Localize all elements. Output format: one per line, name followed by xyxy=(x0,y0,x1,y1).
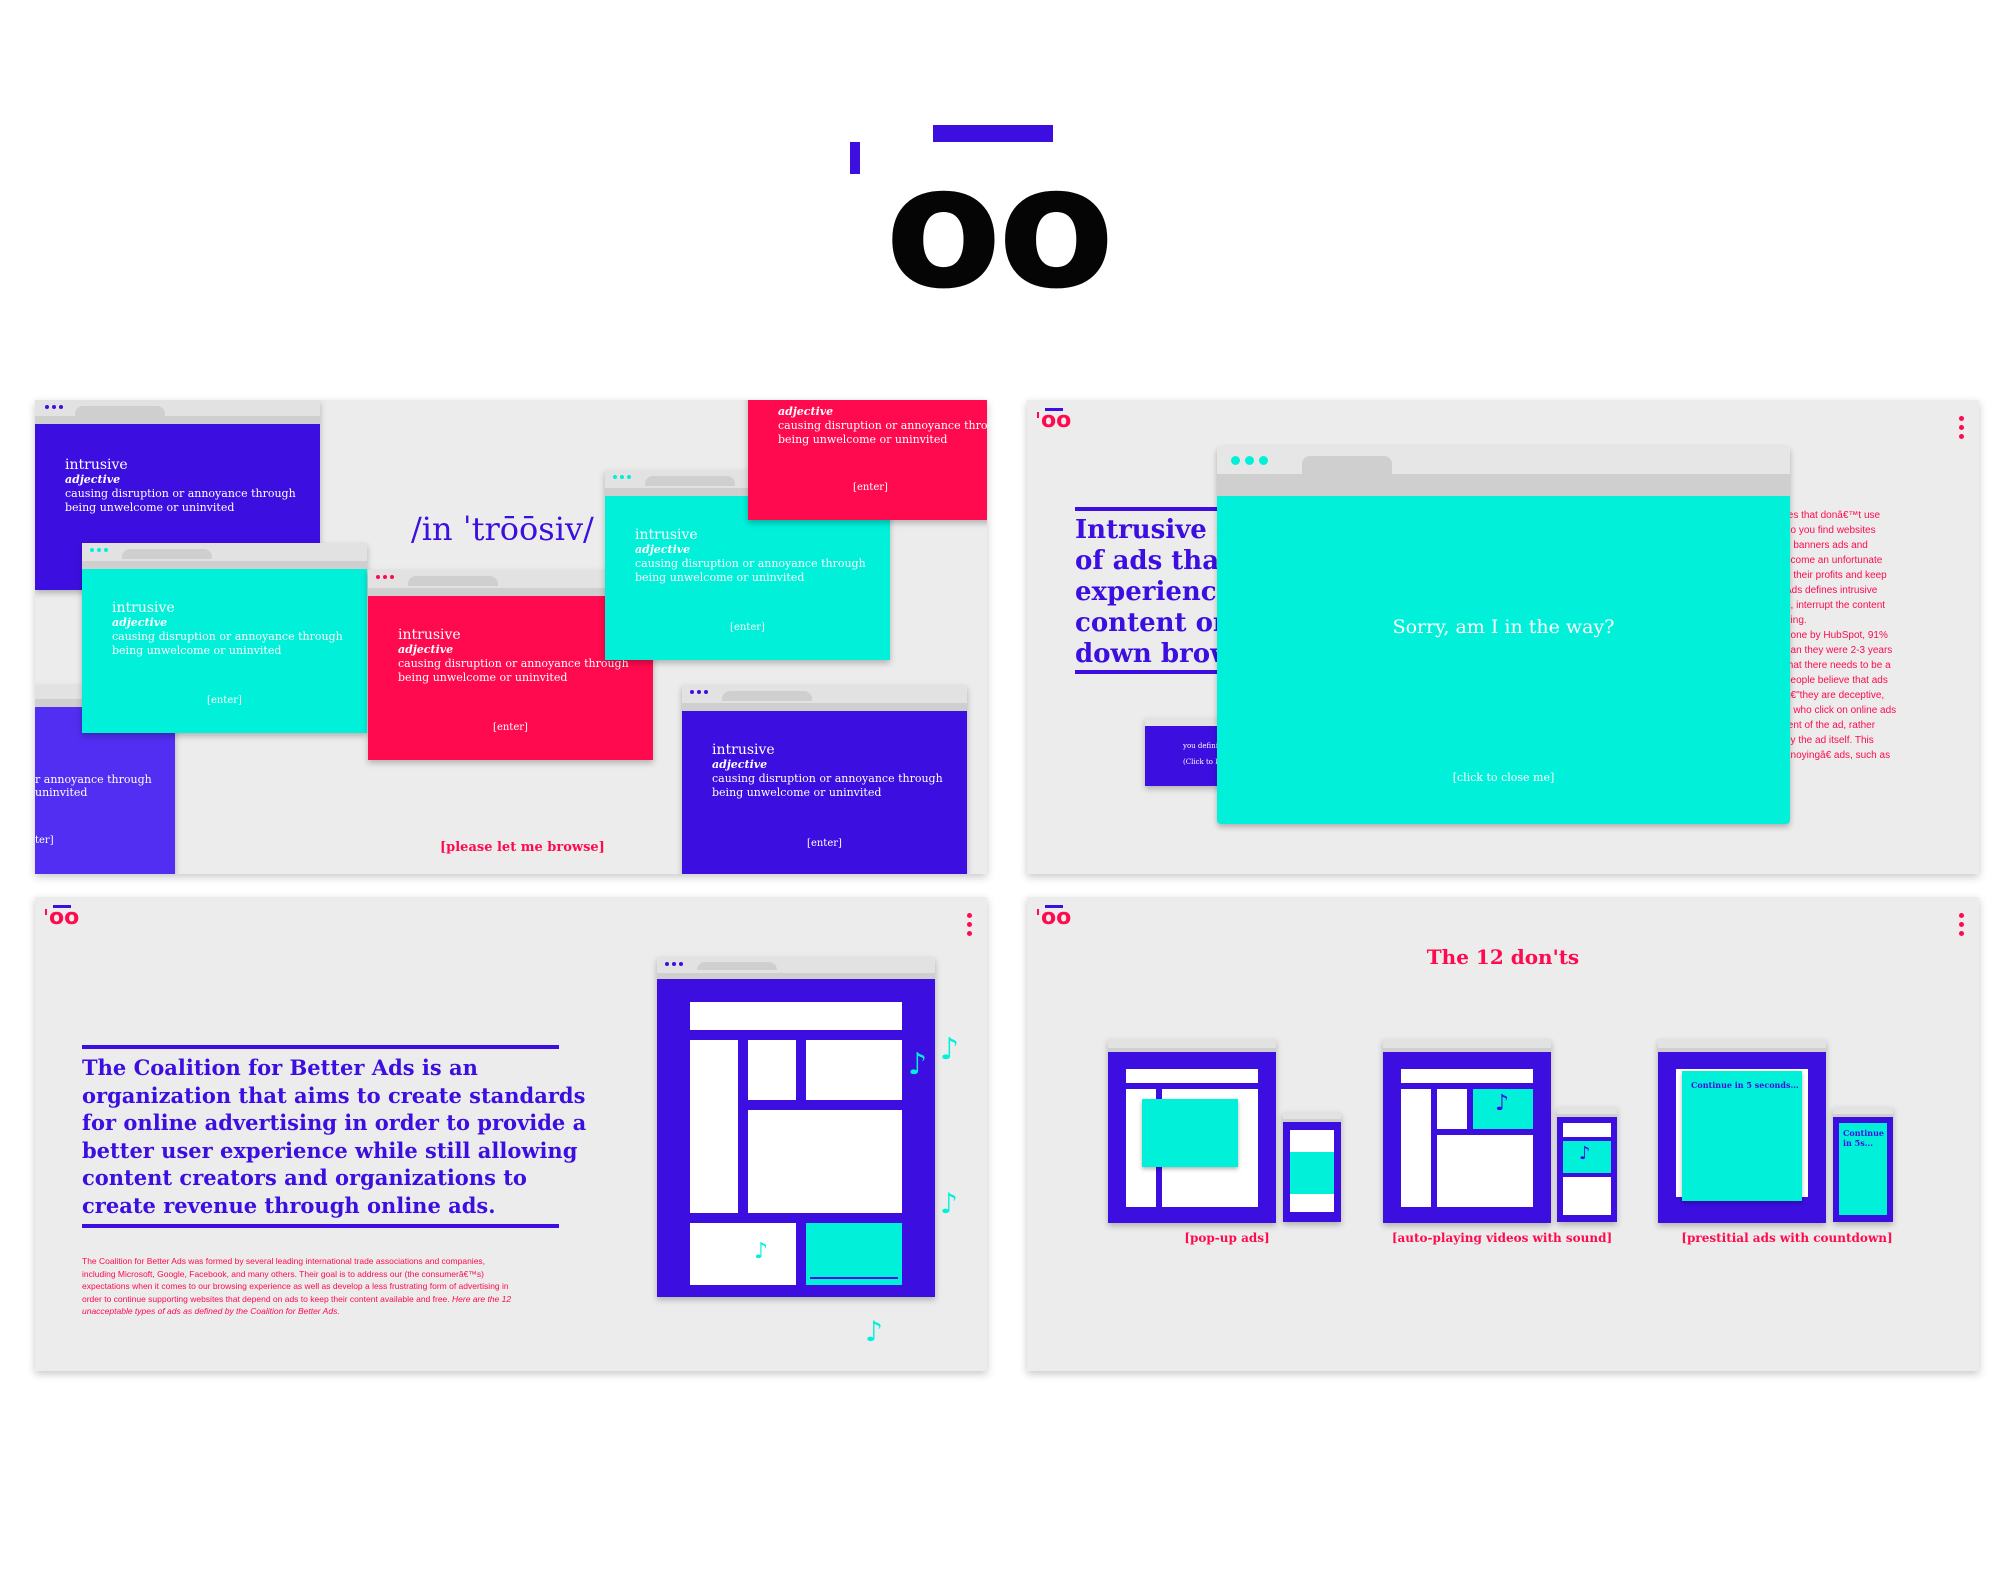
card-definition: causing disruption or annoyance through xyxy=(112,630,343,643)
enter-link[interactable]: [enter] xyxy=(82,695,367,706)
window-dots-icon xyxy=(613,475,631,479)
popup-window[interactable]: Sorry, am I in the way? [click to close … xyxy=(1217,446,1790,824)
phonetic-heading: /in ˈtrōōsiv/ xyxy=(411,510,594,548)
definition-line: r annoyance through xyxy=(35,773,152,786)
card-definition: being unwelcome or uninvited xyxy=(712,786,882,799)
slide-twelve-donts: oo The 12 don'ts [pop-up ads] ♪ ♪ [auto-… xyxy=(1027,897,1979,1371)
definition-line: uninvited xyxy=(35,786,88,799)
card-pos: adjective xyxy=(112,616,168,629)
enter-link[interactable]: ter] xyxy=(35,835,54,846)
window-dots-icon xyxy=(376,575,394,579)
section-heading: Intrusive a of ads that experience conte… xyxy=(1075,515,1234,669)
enter-link[interactable]: [enter] xyxy=(368,722,653,733)
card-definition: causing disruption or annoyance through xyxy=(712,772,943,785)
card-definition: being unwelcome or uninvited xyxy=(635,571,805,584)
window-dots-icon xyxy=(90,548,108,552)
donts-title: The 12 don'ts xyxy=(1426,945,1580,969)
heading-rule-bottom xyxy=(82,1224,559,1228)
countdown-text: Continue in 5s... xyxy=(1843,1128,1884,1148)
card-definition: causing disruption or annoyance through xyxy=(65,487,296,500)
autoplay-ad-desktop: ♪ xyxy=(1383,1039,1551,1223)
close-popup-link[interactable]: [click to close me] xyxy=(1217,771,1790,784)
logo-stress-mark xyxy=(850,142,860,174)
card-pos: adjective xyxy=(65,473,121,486)
popup-ad-mobile xyxy=(1283,1112,1341,1222)
window-dots-icon xyxy=(45,405,63,409)
window-dots-icon xyxy=(665,962,683,966)
card-title: intrusive xyxy=(635,527,698,543)
autoplay-ad-mobile: ♪ xyxy=(1557,1107,1617,1222)
caption-prestitial-ads: [prestitial ads with countdown] xyxy=(1681,1231,1893,1245)
card-title: intrusive xyxy=(712,742,775,758)
window-dots-icon xyxy=(1231,456,1268,465)
card-pos: adjective xyxy=(398,643,454,656)
card-definition: causing disruption or annoyance throu xyxy=(778,419,987,432)
music-note-icon: ♪ xyxy=(865,1315,883,1348)
window-dots-icon xyxy=(690,690,708,694)
card-pos: adjective xyxy=(635,543,691,556)
heading-rule-bottom xyxy=(1075,670,1225,674)
music-note-icon: ♪ xyxy=(1495,1091,1510,1116)
card-title: intrusive xyxy=(398,627,461,643)
music-note-icon: ♪ xyxy=(908,1047,928,1082)
body-text: tes that donâ€™t use do you find websites… xyxy=(1785,510,1897,761)
prestitial-ad-desktop: Continue in 5 seconds... xyxy=(1658,1039,1826,1223)
card-definition: being unwelcome or uninvited xyxy=(65,501,235,514)
prestitial-ad-mobile: Continue in 5s... xyxy=(1833,1107,1893,1222)
card-definition: being unwelcome or uninvited xyxy=(398,671,568,684)
please-let-me-browse-link[interactable]: [please let me browse] xyxy=(440,840,605,855)
menu-icon[interactable] xyxy=(1959,913,1965,940)
small-popup-window[interactable]: you defini (Click to k xyxy=(1145,718,1225,786)
video-ad xyxy=(806,1223,902,1285)
music-note-icon: ♪ xyxy=(940,1032,960,1067)
menu-icon[interactable] xyxy=(967,913,973,940)
coalition-heading: The Coalition for Better Ads is an organ… xyxy=(82,1055,587,1218)
music-note-icon: ♪ xyxy=(1579,1143,1591,1164)
card-definition: causing disruption or annoyance through xyxy=(398,657,629,670)
browser-window-blue-2[interactable]: intrusive adjective causing disruption o… xyxy=(682,685,967,874)
card-title: intrusive xyxy=(112,600,175,616)
browser-window-red-2[interactable]: adjective causing disruption or annoyanc… xyxy=(748,400,987,520)
music-note-icon: ♪ xyxy=(754,1239,769,1264)
brand-logo: oo xyxy=(850,125,1115,313)
card-title: intrusive xyxy=(65,457,128,473)
card-pos: adjective xyxy=(778,405,834,418)
card-definition: causing disruption or annoyance through xyxy=(635,557,866,570)
logo-text: oo xyxy=(885,129,1115,327)
heading-rule-top xyxy=(82,1045,559,1049)
slide-intro: r annoyance through uninvited ter] intru… xyxy=(35,400,987,874)
enter-link[interactable]: [enter] xyxy=(748,482,987,493)
coalition-body: The Coalition for Better Ads was formed … xyxy=(82,1256,512,1316)
enter-link[interactable]: [enter] xyxy=(605,622,890,633)
heading-rule-top xyxy=(1075,507,1225,511)
music-note-icon: ♪ xyxy=(940,1187,958,1220)
browser-window-cyan-1[interactable]: intrusive adjective causing disruption o… xyxy=(82,543,367,733)
countdown-text: Continue in 5 seconds... xyxy=(1691,1080,1799,1090)
slide-intrusive-ads: oo Intrusive a of ads that experience co… xyxy=(1027,400,1979,874)
menu-icon[interactable] xyxy=(1959,416,1965,443)
slide-coalition: oo The Coalition for Better Ads is an or… xyxy=(35,897,987,1371)
popup-ad-desktop xyxy=(1108,1039,1276,1223)
card-pos: adjective xyxy=(712,758,768,771)
popup-message: Sorry, am I in the way? xyxy=(1392,616,1615,638)
wireframe-browser: ♪ xyxy=(657,957,935,1297)
caption-popup-ads: [pop-up ads] xyxy=(1184,1231,1270,1245)
enter-link[interactable]: [enter] xyxy=(682,838,967,849)
caption-autoplay-videos: [auto-playing videos with sound] xyxy=(1391,1231,1613,1245)
card-definition: being unwelcome or uninvited xyxy=(112,644,282,657)
card-definition: being unwelcome or uninvited xyxy=(778,433,948,446)
